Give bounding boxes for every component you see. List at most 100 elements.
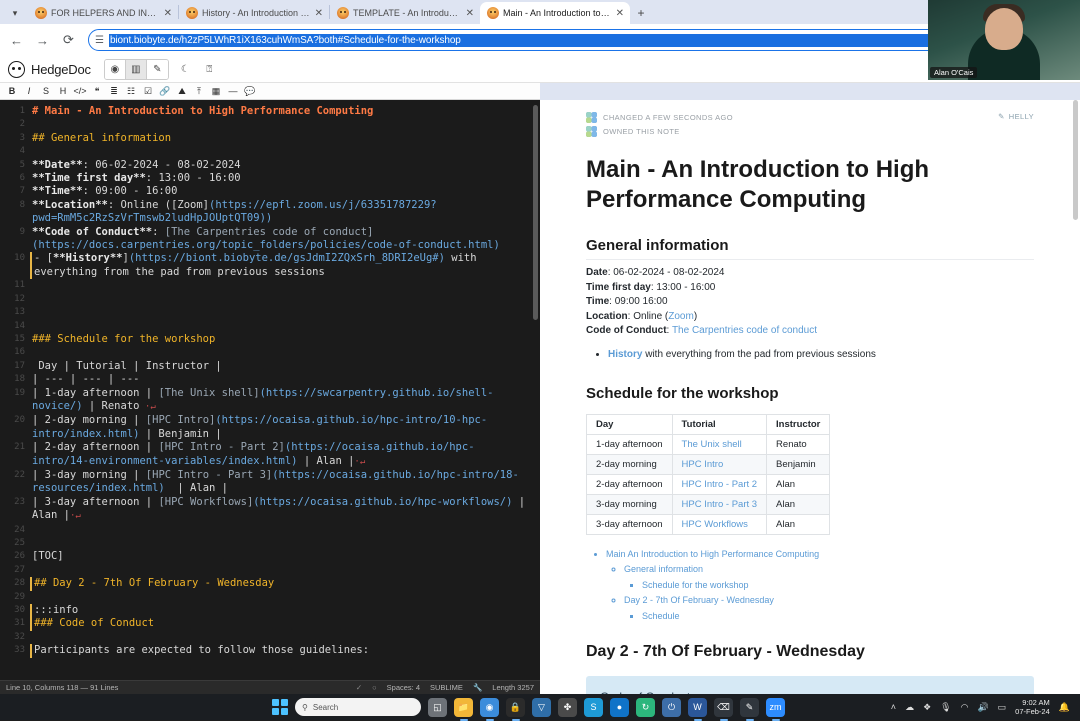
code-line-text[interactable]: **Location**: Online ([Zoom](https://epf… [32,199,540,226]
code-line[interactable]: 14 [0,320,540,333]
code-line-text[interactable] [32,320,540,333]
code-line-text[interactable]: :::info [30,604,540,617]
code-line-text[interactable] [32,145,540,158]
code-line[interactable]: 25 [0,537,540,550]
reload-icon[interactable]: ⟳ [60,32,77,49]
code-line-text[interactable]: [TOC] [32,550,540,563]
browser-tab-2[interactable]: TEMPLATE - An Introduction to ✕ [330,2,480,24]
wifi-icon[interactable]: ◠ [961,702,969,713]
quote-icon[interactable]: ❝ [89,84,105,99]
video-call-overlay[interactable]: Alan O'Cais [928,0,1080,80]
code-line-text[interactable]: ## Day 2 - 7th Of February - Wednesday [30,577,540,590]
code-line[interactable]: 24 [0,524,540,537]
code-line[interactable]: 7**Time**: 09:00 - 16:00 [0,185,540,198]
code-line[interactable]: 23| 3-day afternoon | [HPC Workflows](ht… [0,496,540,524]
code-line[interactable]: 6**Time first day**: 13:00 - 16:00 [0,172,540,185]
tab-close-icon[interactable]: ✕ [466,8,474,19]
code-line-text[interactable]: **Code of Conduct**: [The Carpentries co… [32,226,540,253]
check-list-icon[interactable]: ☑ [140,84,156,99]
tutorial-link[interactable]: The Unix shell [682,439,742,450]
carpentries-coc-link[interactable]: The Carpentries code of conduct [672,325,817,336]
code-line-text[interactable]: | 1-day afternoon | [The Unix shell](htt… [32,387,540,415]
browser-tab-3-active[interactable]: Main - An Introduction to High ✕ [480,2,630,24]
history-link[interactable]: History [608,349,642,360]
code-line[interactable]: 15### Schedule for the workshop [0,333,540,346]
code-line-text[interactable]: - [**History**](https://biont.biobyte.de… [30,252,540,279]
code-line-text[interactable]: | 3-day afternoon | [HPC Workflows](http… [32,496,540,524]
code-line-text[interactable]: | 2-day afternoon | [HPC Intro - Part 2]… [32,441,540,469]
code-line[interactable]: 29 [0,591,540,604]
taskbar-app-file-explorer[interactable]: 📁 [454,698,473,717]
unordered-list-icon[interactable]: ≣ [106,84,122,99]
tab-search-icon[interactable]: ▾ [2,2,28,24]
code-line-text[interactable] [32,346,540,359]
code-line[interactable]: 1# Main - An Introduction to High Perfor… [0,105,540,118]
taskbar-app-password-manager[interactable]: 🔒 [506,698,525,717]
code-line[interactable]: 13 [0,306,540,319]
code-line-text[interactable]: Participants are expected to follow thos… [30,644,540,657]
cloud-icon[interactable]: ☁ [905,702,914,713]
forward-icon[interactable]: → [34,32,51,49]
heading-icon[interactable]: H [55,84,71,99]
code-line-text[interactable]: **Time**: 09:00 - 16:00 [32,185,540,198]
image-icon[interactable]: ⛰ [174,84,190,99]
code-line-text[interactable]: **Time first day**: 13:00 - 16:00 [32,172,540,185]
indent-label[interactable]: Spaces: 4 [387,681,420,694]
taskbar-app-terminal[interactable]: ⌫ [714,698,733,717]
battery-icon[interactable]: ▭ [998,702,1007,713]
code-line[interactable]: 28## Day 2 - 7th Of February - Wednesday [0,577,540,590]
link-icon[interactable]: 🔗 [157,84,173,99]
toc-item[interactable]: Main An Introduction to High Performance… [606,547,1034,563]
bold-icon[interactable]: B [4,84,20,99]
help-icon[interactable]: ⍰ [202,64,217,75]
code-line-text[interactable]: ## General information [32,132,540,145]
editor-scrollbar[interactable] [533,105,538,320]
strikethrough-icon[interactable]: S [38,84,54,99]
toc-item[interactable]: Schedule for the workshop [642,578,1034,594]
code-line-text[interactable]: **Date**: 06-02-2024 - 08-02-2024 [32,159,540,172]
volume-icon[interactable]: 🔊 [977,702,988,713]
taskbar-app-skype[interactable]: S [584,698,603,717]
code-line[interactable]: 20| 2-day morning | [HPC Intro](https://… [0,414,540,441]
horizontal-rule-icon[interactable]: — [225,84,241,99]
night-mode-icon[interactable]: ☾ [178,64,193,75]
markdown-editor-pane[interactable]: 1# Main - An Introduction to High Perfor… [0,100,540,694]
code-line-text[interactable] [32,118,540,131]
view-mode-icon[interactable]: ◉ [105,60,126,79]
browser-tab-0[interactable]: FOR HELPERS AND INSTRUCTO ✕ [28,2,178,24]
microphone-icon[interactable]: 🎙 [940,702,951,713]
taskbar-search-box[interactable]: ⚲ Search [295,698,421,716]
code-line-text[interactable]: | 3-day morning | [HPC Intro - Part 3](h… [32,469,540,496]
code-line[interactable]: 2 [0,118,540,131]
code-line[interactable]: 19| 1-day afternoon | [The Unix shell](h… [0,387,540,415]
tutorial-link[interactable]: HPC Intro - Part 3 [682,499,758,510]
code-line-text[interactable]: # Main - An Introduction to High Perform… [32,105,540,118]
code-line[interactable]: 8**Location**: Online ([Zoom](https://ep… [0,199,540,226]
code-line[interactable]: 32 [0,631,540,644]
code-line[interactable]: 27 [0,564,540,577]
tutorial-link[interactable]: HPC Intro - Part 2 [682,479,758,490]
tutorial-link[interactable]: HPC Workflows [682,519,748,530]
table-icon[interactable]: ▦ [208,84,224,99]
taskbar-app-chrome[interactable]: ◉ [480,698,499,717]
taskbar-app-slack-like[interactable]: ✤ [558,698,577,717]
code-line-text[interactable]: ### Code of Conduct [30,617,540,630]
code-line-text[interactable] [32,564,540,577]
code-line-text[interactable] [32,524,540,537]
code-line-text[interactable]: | 2-day morning | [HPC Intro](https://oc… [32,414,540,441]
code-line-text[interactable]: ### Schedule for the workshop [32,333,540,346]
tutorial-link[interactable]: HPC Intro [682,459,724,470]
code-line-text[interactable]: | --- | --- | --- [32,373,540,386]
edit-mode-icon[interactable]: ✎ [147,60,168,79]
toc-item[interactable]: General information [624,562,1034,578]
taskbar-app-word[interactable]: W [688,698,707,717]
toc-item[interactable]: Day 2 - 7th Of February - Wednesday [624,593,1034,609]
markdown-preview-pane[interactable]: CHANGED A FEW SECONDS AGO OWNED THIS NOT… [540,100,1080,694]
taskbar-app-task-view[interactable]: ◱ [428,698,447,717]
code-line-text[interactable] [32,293,540,306]
code-line[interactable]: 4 [0,145,540,158]
taskbar-app-sync-app[interactable]: ↻ [636,698,655,717]
taskbar-app-thunderbird[interactable]: ● [610,698,629,717]
code-line[interactable]: 10- [**History**](https://biont.biobyte.… [0,252,540,279]
site-settings-icon[interactable]: ☰ [95,35,104,46]
